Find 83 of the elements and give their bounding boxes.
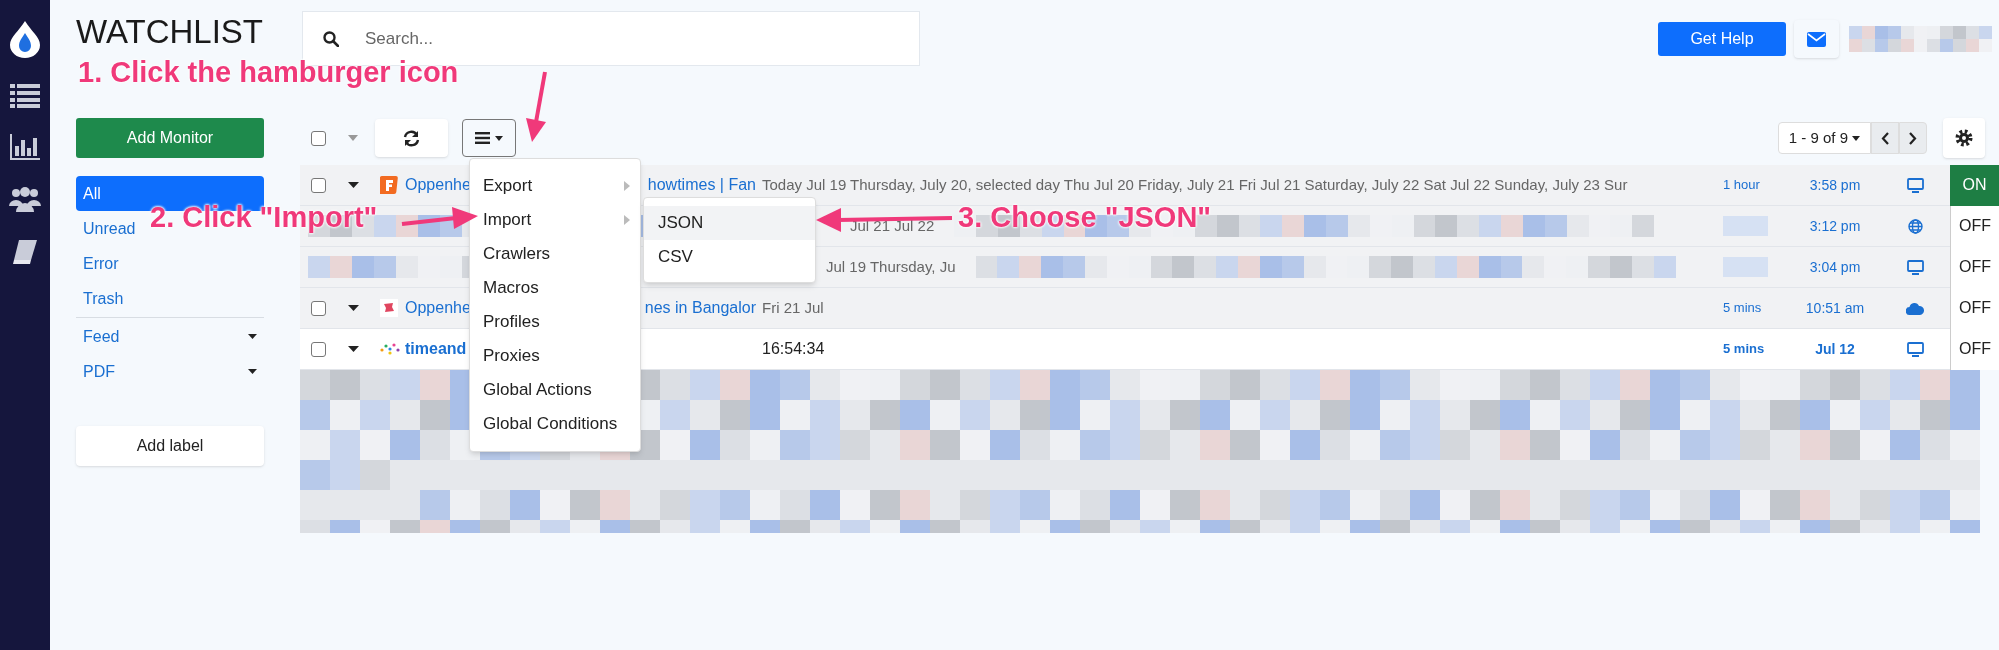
monitor-icon	[1906, 259, 1924, 275]
description-text: Jul 19 Thursday, Ju	[826, 256, 956, 277]
add-label-button[interactable]: Add label	[76, 426, 264, 466]
status-toggle[interactable]: ON	[1950, 164, 1999, 206]
hamburger-icon	[475, 132, 490, 144]
flag-icon	[380, 299, 398, 317]
time-text: Jul 12	[1815, 339, 1855, 359]
monitor-link[interactable]: howtimes | Fan	[647, 173, 756, 197]
monitor-icon	[1906, 177, 1924, 193]
filter-item[interactable]: PDF	[76, 354, 264, 389]
checkbox[interactable]	[311, 300, 326, 316]
checkbox[interactable]	[311, 130, 326, 146]
status-toggle[interactable]: OFF	[1950, 328, 1999, 370]
filter-item[interactable]: Feed	[76, 319, 264, 354]
menu-item[interactable]: CSV	[644, 240, 815, 274]
menu-item[interactable]: Profiles	[470, 305, 640, 339]
menu-item[interactable]: Macros	[470, 271, 640, 305]
search-input[interactable]: Search...	[365, 25, 919, 52]
checkbox[interactable]	[311, 177, 326, 193]
mail-icon	[1807, 31, 1826, 47]
duration-text: 5 mins	[1723, 299, 1762, 318]
description-text: Jul 21 Jul 22	[850, 215, 935, 236]
status-toggle[interactable]: OFF	[1950, 287, 1999, 329]
next-page-button[interactable]	[1899, 122, 1927, 154]
search-icon	[323, 30, 339, 47]
caret-icon	[1852, 135, 1860, 141]
filter-item[interactable]: Unread	[76, 211, 143, 246]
time-text: 3:12 pm	[1809, 216, 1861, 236]
hamburger-menu-button[interactable]	[462, 119, 516, 157]
previous-page-button[interactable]	[1871, 122, 1899, 154]
caret-icon[interactable]	[348, 346, 359, 352]
monitor-icon	[1906, 341, 1924, 357]
settings-icon	[1955, 129, 1973, 147]
globe-icon	[1907, 218, 1923, 234]
menu-item[interactable]: Import	[470, 203, 640, 237]
menu-item[interactable]: JSON	[644, 206, 815, 240]
filter-item[interactable]: Error	[76, 246, 126, 281]
mail-button[interactable]	[1794, 20, 1839, 58]
refresh-icon	[403, 129, 420, 147]
annotation-text: 3. Choose "JSON"	[958, 201, 1212, 233]
menu-item[interactable]: Global Actions	[470, 373, 640, 407]
time-text: 3:58 pm	[1809, 175, 1861, 195]
duration-text: 5 mins	[1723, 340, 1765, 359]
monitor-link[interactable]: Oppenhe	[405, 296, 471, 320]
site-logo-icon	[380, 176, 398, 194]
list-icon[interactable]	[10, 84, 40, 108]
caret-icon[interactable]	[348, 182, 359, 188]
page-title: WATCHLIST	[76, 13, 264, 51]
monitor-link[interactable]: Oppenhe	[405, 173, 471, 197]
book-icon[interactable]	[11, 238, 39, 266]
description-text: Today Jul 19 Thursday, July 20, selected day Thu Jul 20 Friday, July 21 Fri Jul 21 Saturday, July 22 Sat Jul 22 Sunday, July 23 Sur	[761, 174, 1628, 195]
bar-chart-icon[interactable]	[10, 134, 40, 160]
menu-item[interactable]: Global Conditions	[470, 407, 640, 441]
time-text: 10:51 am	[1805, 298, 1865, 318]
refresh-button[interactable]	[375, 119, 448, 157]
caret-icon[interactable]	[348, 305, 359, 311]
monitor-link[interactable]: nes in Bangalor	[644, 296, 756, 320]
description-text: 16:54:34	[761, 339, 825, 359]
caret-icon	[495, 135, 503, 141]
description-text: Fri 21 Jul	[761, 297, 824, 318]
pagination-dropdown[interactable]: 1 - 9 of 9	[1777, 122, 1871, 154]
filter-item[interactable]: Trash	[76, 281, 131, 316]
settings-button[interactable]	[1943, 118, 1985, 158]
time-text: 3:04 pm	[1809, 257, 1861, 277]
checkbox[interactable]	[311, 341, 326, 357]
blurred-area	[1723, 216, 1768, 236]
menu-item[interactable]: Proxies	[470, 339, 640, 373]
status-toggle[interactable]: OFF	[1950, 205, 1999, 247]
monitor-link[interactable]: timeand	[405, 337, 467, 361]
drop-logo-icon[interactable]	[9, 20, 41, 58]
arrow	[526, 71, 547, 142]
get-help-button[interactable]: Get Help	[1658, 22, 1786, 56]
chevron-left-icon	[1881, 131, 1889, 145]
chevron-right-icon	[1909, 131, 1917, 145]
menu-item[interactable]: Crawlers	[470, 237, 640, 271]
users-icon[interactable]	[9, 186, 41, 212]
dots-icon	[380, 343, 400, 355]
blurred-area	[1723, 257, 1768, 277]
cloud-icon	[1906, 301, 1924, 315]
status-toggle[interactable]: OFF	[1950, 246, 1999, 288]
add-monitor-button[interactable]: Add Monitor	[76, 118, 264, 158]
menu-item[interactable]: Export	[470, 169, 640, 203]
duration-text: 1 hour	[1723, 176, 1760, 195]
